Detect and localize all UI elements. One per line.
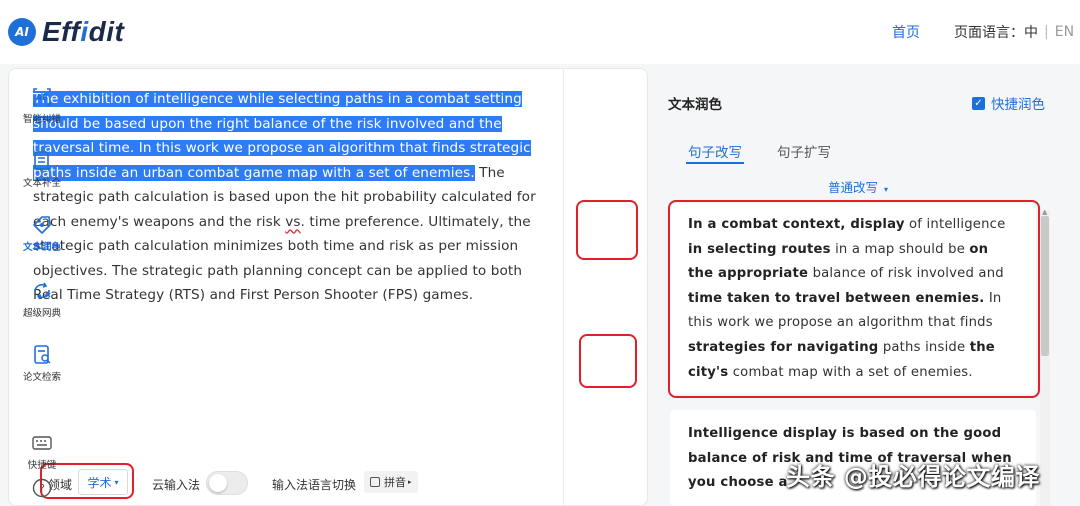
sync-arrows-icon: [31, 280, 53, 302]
app-header: AI Effidit 首页 页面语言： 中 | EN: [0, 0, 1080, 64]
active-tab-indicator: [686, 162, 744, 164]
tool-label: 超级网典: [22, 308, 61, 319]
nav-home-link[interactable]: 首页: [892, 22, 920, 42]
logo-wordmark: Effidit: [42, 16, 125, 47]
tool-sidebar: [563, 68, 647, 506]
watermark-text: 头条 @投必得论文编译: [786, 463, 1040, 491]
tab-sentence-expand[interactable]: 句子扩写: [777, 141, 831, 161]
checkmark-icon: ✓: [972, 96, 985, 110]
tool-label: 快捷键: [27, 460, 57, 471]
domain-value: 学术: [87, 475, 112, 490]
tool-label: 文本补全: [22, 178, 61, 189]
quick-polish-label: 快捷润色: [991, 97, 1045, 113]
svg-text:AB: AB: [36, 93, 48, 102]
tool-text-completion[interactable]: 文本补全: [0, 150, 84, 189]
help-button[interactable]: ?: [0, 477, 84, 499]
panel-scrollbar[interactable]: ▲: [1040, 208, 1050, 506]
polish-highlight-box: [576, 200, 638, 260]
editor-content[interactable]: The exhibition of intelligence while sel…: [33, 87, 543, 308]
cloud-ime-toggle[interactable]: [206, 471, 248, 495]
pinyin-label: 拼音: [384, 476, 406, 489]
tool-label: 论文检索: [22, 372, 61, 383]
rewrite-mode-value: 普通改写: [828, 180, 879, 195]
chevron-down-icon: ▾: [114, 477, 119, 487]
chevron-down-icon: ▾: [884, 185, 889, 194]
tab-sentence-rewrite[interactable]: 句子改写: [688, 141, 742, 161]
lang-en-option[interactable]: EN: [1055, 24, 1074, 40]
tool-paper-search[interactable]: 论文检索: [0, 344, 84, 383]
doc-complete-icon: [31, 150, 53, 172]
scrollbar-thumb[interactable]: [1041, 216, 1049, 356]
suggestion-highlight-box: [668, 200, 1040, 398]
suggestion-line: Intelligence display is based on the goo…: [688, 426, 1002, 441]
toggle-knob: [209, 474, 227, 492]
tool-label: 文本润色: [22, 242, 61, 253]
tool-text-polish[interactable]: 文本润色: [0, 214, 84, 253]
ime-switch-label: 输入法语言切换: [272, 478, 357, 492]
scroll-up-icon: ▲: [1042, 208, 1048, 216]
rewrite-mode-select[interactable]: 普通改写 ▾: [828, 177, 888, 196]
polish-diamond-icon: [31, 214, 53, 236]
cloud-ime-label: 云输入法: [152, 478, 201, 492]
dropdown-icon: ▸: [408, 478, 412, 486]
page-language-switch: 页面语言： 中 | EN: [954, 22, 1074, 42]
keyboard-icon: [31, 432, 53, 454]
svg-text:?: ?: [39, 482, 45, 495]
tool-shortcuts[interactable]: 快捷键: [0, 432, 84, 471]
tool-label: 智能纠错: [22, 114, 61, 125]
lang-zh-option[interactable]: 中: [1024, 22, 1038, 42]
help-icon: ?: [31, 477, 53, 499]
doc-search-icon: [31, 344, 53, 366]
pinyin-button[interactable]: 拼音 ▸: [364, 471, 418, 493]
selected-text[interactable]: The exhibition of intelligence while sel…: [33, 91, 531, 181]
ai-badge-icon: AI: [8, 18, 36, 46]
lang-separator: |: [1044, 24, 1049, 40]
spelling-flag[interactable]: vs: [285, 214, 300, 230]
keyboard-icon: [370, 477, 380, 487]
ab-check-icon: AB: [31, 86, 53, 108]
quick-polish-checkbox[interactable]: ✓ 快捷润色: [972, 93, 1045, 113]
tool-smart-correction[interactable]: AB 智能纠错: [0, 86, 84, 125]
domain-select[interactable]: 学术 ▾: [78, 469, 128, 495]
effidit-logo[interactable]: AI Effidit: [8, 16, 124, 48]
paper-search-highlight-box: [579, 334, 637, 388]
text-editor[interactable]: The exhibition of intelligence while sel…: [8, 68, 648, 506]
language-label: 页面语言：: [954, 25, 1024, 41]
panel-title: 文本润色: [668, 97, 722, 113]
tool-super-dictionary[interactable]: 超级网典: [0, 280, 84, 319]
